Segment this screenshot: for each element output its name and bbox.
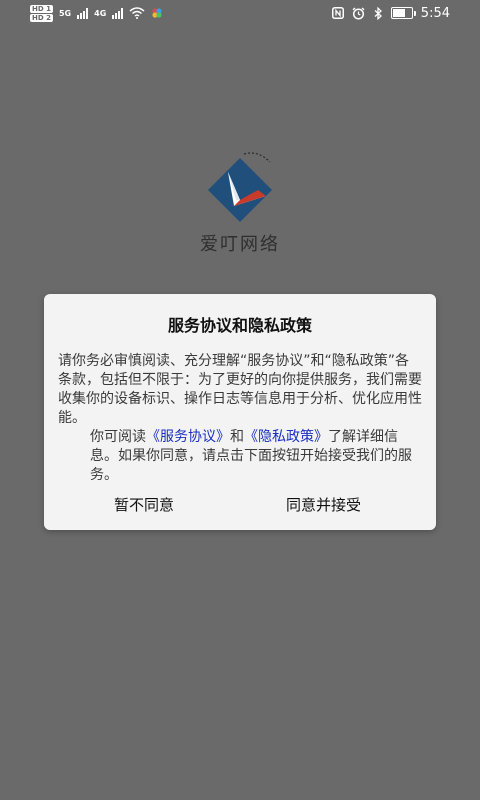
decline-button[interactable]: 暂不同意 (102, 488, 186, 521)
sim2-badge: HD 2 (30, 13, 53, 22)
signal-icon (77, 7, 89, 19)
accept-button[interactable]: 同意并接受 (274, 488, 373, 521)
status-left: HD 1 HD 2 5G 4G (30, 4, 163, 22)
sim1-badge: HD 1 (30, 4, 53, 13)
bluetooth-icon (374, 6, 382, 20)
dialog-body: 请你务必审慎阅读、充分理解“服务协议”和“隐私政策”各条款，包括但不限于：为了更… (58, 352, 422, 485)
clock: 5:54 (420, 5, 450, 21)
app-notification-icon (152, 8, 162, 18)
status-bar: HD 1 HD 2 5G 4G 5:54 (0, 0, 480, 26)
nfc-icon (331, 7, 344, 19)
signal-icon-2 (112, 7, 124, 19)
app-logo (200, 150, 280, 222)
wifi-icon (129, 7, 145, 19)
network-type-label: 5G (58, 8, 72, 18)
service-agreement-link[interactable]: 《服务协议》 (146, 429, 230, 445)
privacy-policy-link[interactable]: 《隐私政策》 (244, 429, 328, 445)
consent-paragraph: 请你务必审慎阅读、充分理解“服务协议”和“隐私政策”各条款，包括但不限于：为了更… (58, 353, 422, 426)
battery-icon (390, 7, 416, 19)
paragraph-and: 和 (230, 429, 244, 445)
dialog-title: 服务协议和隐私政策 (167, 316, 312, 335)
network-type-label-2: 4G (94, 8, 107, 18)
status-right: 5:54 (331, 4, 450, 22)
alarm-icon (352, 6, 365, 20)
sim-indicators: HD 1 HD 2 (30, 4, 53, 22)
battery-level (392, 9, 405, 17)
paragraph-prefix: 你可阅读 (90, 429, 146, 445)
agreement-links-paragraph: 你可阅读《服务协议》和《隐私政策》了解详细信息。如果你同意，请点击下面按钮开始接… (58, 428, 422, 485)
app-name: 爱叮网络 (200, 234, 280, 255)
